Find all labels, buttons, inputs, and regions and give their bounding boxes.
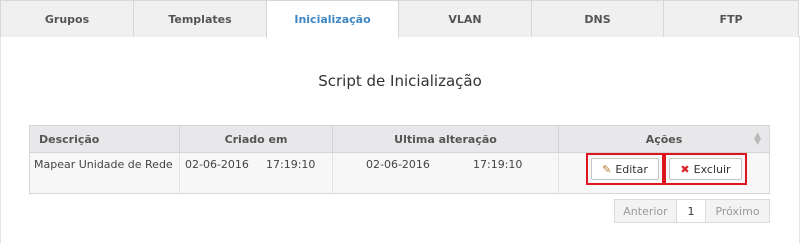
cell-ultima-alteracao: 02-06-2016 17:19:10	[333, 153, 559, 193]
pagination-page-1[interactable]: 1	[676, 199, 706, 223]
tab-inicializacao[interactable]: Inicialização	[266, 0, 399, 38]
edit-button-label: Editar	[615, 162, 648, 176]
column-header-descricao[interactable]: Descrição	[30, 126, 180, 152]
cell-criado-em: 02-06-2016 17:19:10	[180, 153, 333, 193]
tab-vlan[interactable]: VLAN	[398, 0, 532, 37]
column-header-label: Descrição	[39, 132, 100, 146]
row-alterado-data: 02-06-2016	[366, 158, 430, 171]
tab-bar: Grupos Templates Inicialização VLAN DNS …	[0, 0, 800, 38]
tab-templates[interactable]: Templates	[133, 0, 267, 37]
row-criado-data: 02-06-2016	[185, 158, 249, 171]
column-header-label: Criado em	[224, 132, 288, 146]
sort-icon[interactable]: ▲ ▼	[754, 132, 761, 147]
delete-button[interactable]: ✖ Excluir	[669, 158, 742, 180]
column-header-label: Ações	[645, 132, 683, 146]
pagination-previous[interactable]: Anterior	[614, 199, 677, 223]
panel-border-left	[0, 37, 1, 243]
table-header: Descrição Criado em Ultima alteração Açõ…	[30, 126, 769, 153]
row-descricao: Mapear Unidade de Rede	[34, 158, 173, 171]
tab-ftp[interactable]: FTP	[663, 0, 799, 37]
column-header-label: Ultima alteração	[394, 132, 497, 146]
page-title: Script de Inicialização	[318, 72, 482, 90]
cell-descricao: Mapear Unidade de Rede	[30, 153, 180, 193]
tab-dns[interactable]: DNS	[531, 0, 664, 37]
delete-button-highlight: ✖ Excluir	[664, 153, 747, 185]
pagination-next[interactable]: Próximo	[705, 199, 770, 223]
edit-button[interactable]: ✎ Editar	[591, 158, 659, 180]
pencil-icon: ✎	[602, 162, 612, 176]
edit-button-highlight: ✎ Editar	[586, 153, 664, 185]
column-header-acoes[interactable]: Ações ▲ ▼	[559, 126, 769, 152]
row-criado-hora: 17:19:10	[266, 158, 316, 171]
row-alterado-hora: 17:19:10	[473, 158, 523, 171]
tab-grupos[interactable]: Grupos	[0, 0, 134, 37]
column-header-criado-em[interactable]: Criado em	[180, 126, 333, 152]
x-icon: ✖	[680, 162, 690, 176]
column-header-ultima-alteracao[interactable]: Ultima alteração	[333, 126, 559, 152]
delete-button-label: Excluir	[693, 162, 731, 176]
